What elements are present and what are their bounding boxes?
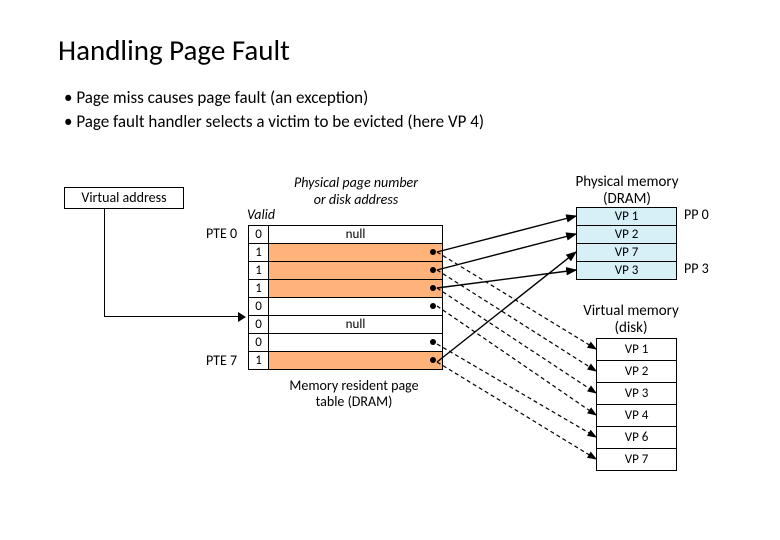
valid-header: Valid bbox=[247, 206, 275, 223]
addr-header: Physical page number or disk address bbox=[292, 174, 420, 208]
vm-row: VP 1 bbox=[597, 339, 677, 361]
bullet-item: Page fault handler selects a victim to b… bbox=[64, 110, 484, 134]
pm-row: VP 7 bbox=[577, 244, 677, 262]
pm-row: VP 2 bbox=[577, 226, 677, 244]
addr-cell bbox=[269, 352, 443, 370]
pp0-label: PP 0 bbox=[684, 206, 709, 223]
valid-cell: 1 bbox=[249, 262, 269, 280]
pte7-label: PTE 7 bbox=[206, 352, 237, 369]
valid-cell: 0 bbox=[249, 298, 269, 316]
vm-row: VP 2 bbox=[597, 361, 677, 383]
addr-cell: null bbox=[269, 316, 443, 334]
vm-row: VP 3 bbox=[597, 383, 677, 405]
page-table-caption: Memory resident page table (DRAM) bbox=[284, 378, 424, 410]
addr-cell bbox=[269, 334, 443, 352]
pp3-label: PP 3 bbox=[684, 260, 709, 277]
vm-row: VP 6 bbox=[597, 427, 677, 449]
valid-cell: 1 bbox=[249, 352, 269, 370]
addr-cell bbox=[269, 262, 443, 280]
addr-cell: null bbox=[269, 226, 443, 244]
pm-row: VP 1 bbox=[577, 208, 677, 226]
pointer-dot-icon bbox=[430, 339, 436, 345]
pm-row: VP 3 bbox=[577, 262, 677, 280]
arrow-icon bbox=[238, 312, 246, 322]
pte0-label: PTE 0 bbox=[206, 225, 237, 242]
pointer-dot-icon bbox=[430, 249, 436, 255]
vm-row: VP 7 bbox=[597, 449, 677, 471]
valid-cell: 0 bbox=[249, 316, 269, 334]
addr-cell bbox=[269, 244, 443, 262]
vm-row: VP 4 bbox=[597, 405, 677, 427]
page-table: 0null 1 1 1 0 0null 0 1 bbox=[248, 225, 443, 370]
valid-cell: 0 bbox=[249, 334, 269, 352]
addr-cell bbox=[269, 298, 443, 316]
pointer-dot-icon bbox=[430, 303, 436, 309]
bullet-item: Page miss causes page fault (an exceptio… bbox=[64, 86, 484, 110]
virtual-memory-header: Virtual memory (disk) bbox=[576, 303, 686, 336]
physical-memory: VP 1 VP 2 VP 7 VP 3 bbox=[576, 207, 677, 280]
valid-cell: 1 bbox=[249, 280, 269, 298]
pointer-dot-icon bbox=[430, 357, 436, 363]
bullet-list: Page miss causes page fault (an exceptio… bbox=[64, 86, 484, 134]
virtual-address-box: Virtual address bbox=[64, 187, 184, 209]
va-pointer-line bbox=[104, 316, 242, 317]
addr-cell bbox=[269, 280, 443, 298]
valid-cell: 0 bbox=[249, 226, 269, 244]
va-pointer-line bbox=[104, 209, 105, 317]
valid-cell: 1 bbox=[249, 244, 269, 262]
virtual-memory-disk: VP 1 VP 2 VP 3 VP 4 VP 6 VP 7 bbox=[596, 338, 677, 471]
slide-title: Handling Page Fault bbox=[58, 32, 290, 68]
physical-memory-header: Physical memory (DRAM) bbox=[562, 174, 692, 207]
pointer-dot-icon bbox=[430, 285, 436, 291]
pointer-dot-icon bbox=[430, 267, 436, 273]
